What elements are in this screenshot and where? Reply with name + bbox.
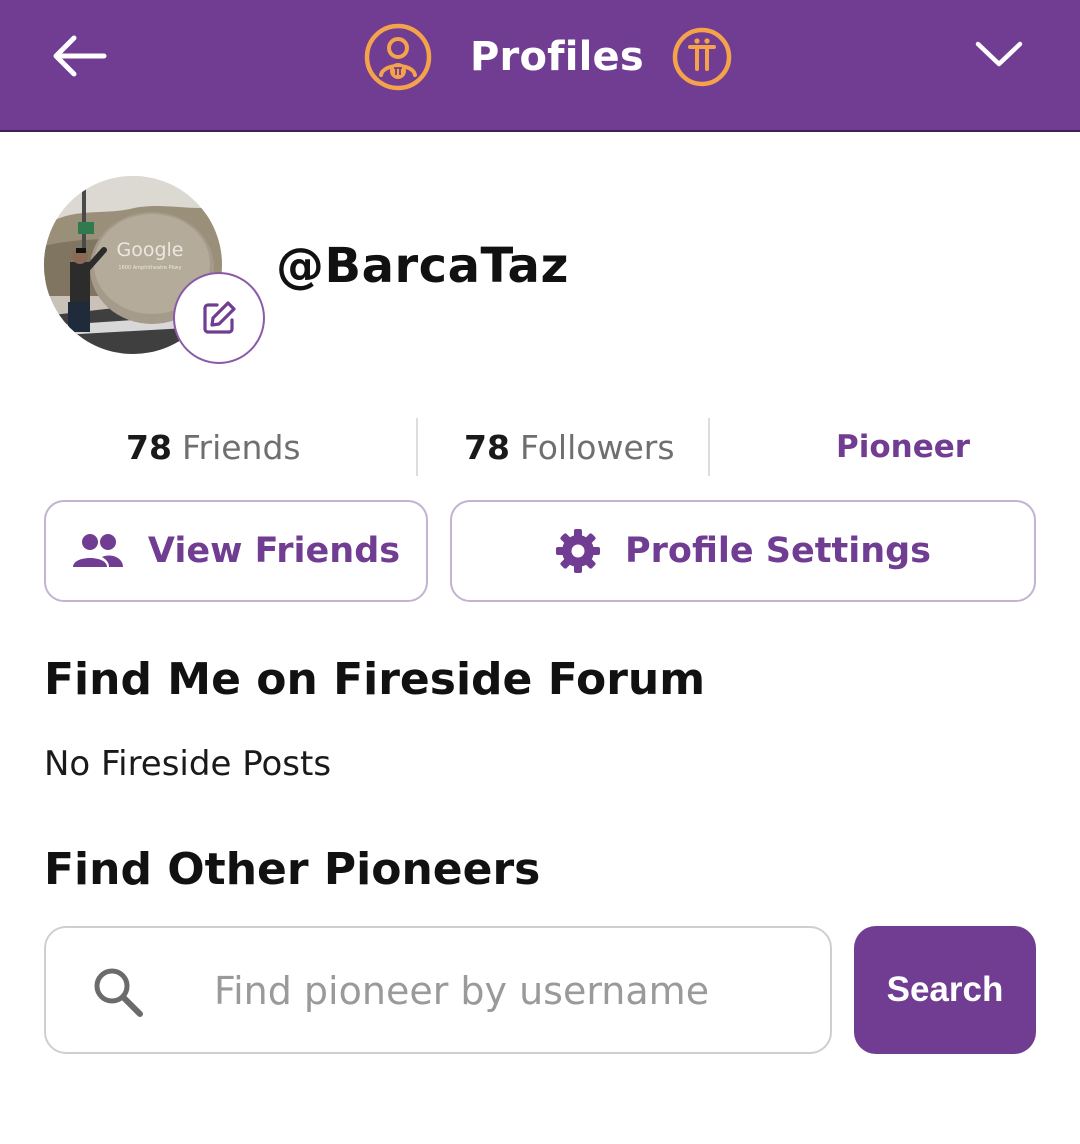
- edit-avatar-button[interactable]: [173, 272, 265, 364]
- view-friends-label: View Friends: [147, 531, 401, 571]
- gear-icon: [555, 529, 600, 573]
- search-icon: [94, 968, 143, 1017]
- find-pioneers-heading: Find Other Pioneers: [44, 844, 541, 895]
- profile-settings-label: Profile Settings: [624, 531, 932, 571]
- role-badge: Pioneer: [836, 429, 971, 465]
- profile-badge-icon: [364, 23, 432, 91]
- search-button-label: Search: [886, 970, 1004, 1009]
- page-title: Profiles: [470, 34, 644, 80]
- followers-label: Followers: [519, 427, 675, 467]
- fireside-empty-text: No Fireside Posts: [44, 744, 332, 784]
- friends-label: Friends: [181, 427, 301, 467]
- profile-username: @BarcaTaz: [276, 238, 569, 294]
- search-button[interactable]: Search: [854, 926, 1036, 1054]
- profile-stats: 78 Friends 78 Followers Pioneer: [44, 418, 1036, 476]
- people-icon: [72, 534, 123, 567]
- stats-divider: [416, 418, 418, 476]
- avatar-sign-text: Google: [116, 239, 183, 261]
- profile-settings-button[interactable]: Profile Settings: [450, 500, 1036, 602]
- avatar-sign-subtext: 1600 Amphitheatre Pkwy: [118, 265, 181, 271]
- followers-count: 78: [464, 427, 510, 467]
- pioneer-search-input[interactable]: [214, 948, 814, 1034]
- fireside-heading: Find Me on Fireside Forum: [44, 654, 706, 705]
- followers-stat: 78 Followers: [464, 418, 675, 476]
- pencil-edit-icon: [203, 301, 236, 334]
- view-friends-button[interactable]: View Friends: [44, 500, 428, 602]
- friends-stat: 78 Friends: [126, 418, 301, 476]
- stats-divider: [708, 418, 710, 476]
- header-title-group: Profiles: [364, 22, 732, 92]
- back-button[interactable]: [44, 30, 114, 82]
- app-header: Profiles: [0, 0, 1080, 132]
- pioneer-search-box: [44, 926, 832, 1054]
- pi-coin-icon: [672, 27, 732, 87]
- friends-count: 78: [126, 427, 172, 467]
- header-menu-button[interactable]: [970, 34, 1028, 74]
- arrow-left-icon: [53, 35, 107, 77]
- chevron-down-icon: [975, 41, 1023, 67]
